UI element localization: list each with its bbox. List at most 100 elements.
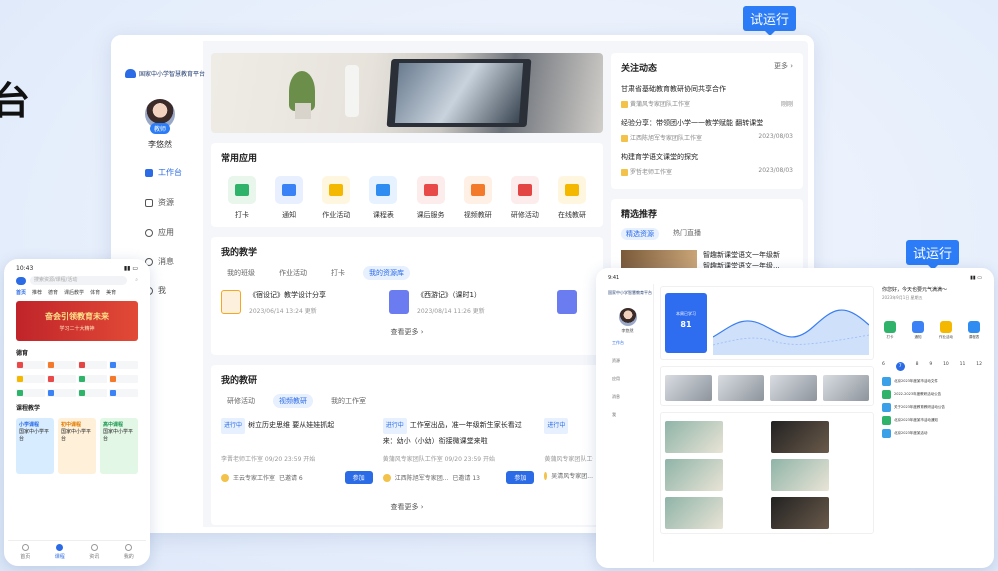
app-item[interactable]: 研修活动 <box>506 176 544 220</box>
sidebar-item-apps[interactable]: 应用 <box>602 370 653 388</box>
news-item[interactable]: 经验分享：带领团小学一一教学赋能 翻转课堂 江西陈旭军专家团队工作室 2023/08… <box>621 118 793 142</box>
nav-recommend[interactable]: 推荐 <box>32 289 42 296</box>
quick-app[interactable]: 作业活动 <box>938 321 954 340</box>
resource-thumbnail[interactable] <box>665 375 712 401</box>
nav-sports[interactable]: 体育 <box>90 289 100 296</box>
event-item[interactable]: 关于2023年度教育教研活动公告 <box>882 403 982 412</box>
course-item[interactable] <box>665 497 763 529</box>
sidebar-item-resources[interactable]: 资源 <box>145 197 174 208</box>
tab-training[interactable]: 研修活动 <box>221 394 261 408</box>
sidebar-item-workbench[interactable]: 工作台 <box>602 334 653 352</box>
research-item-partial[interactable]: 进行中 黄蒲风专家团队工作室 吴清风专家团... <box>544 418 593 484</box>
event-icon <box>882 429 891 438</box>
phone-banner[interactable]: 奋会引领教育未来 学习二十大精神 <box>16 301 138 341</box>
search-input[interactable]: 搜索资源/课程/活动 <box>30 276 128 285</box>
research-item[interactable]: 进行中 工作室出品，准一年级新生家长看过来：幼小（小幼）衔接微课堂来啦 黄蒲风专家… <box>382 418 535 484</box>
course-item[interactable] <box>771 497 869 529</box>
sidebar-item-messages[interactable]: 消息 <box>145 256 174 267</box>
link-item[interactable] <box>47 389 76 397</box>
try-run-badge-tablet[interactable]: 试运行 <box>906 240 960 270</box>
event-item[interactable]: 北京2023年度某活动 <box>882 429 982 438</box>
research-view-more-link[interactable]: 查看更多 › <box>221 502 593 512</box>
course-card[interactable]: 初中课程 国家中小学平台 <box>58 418 96 474</box>
doc-item[interactable]: 《西游记》（课时1） 2023/08/14 11:26 更新 <box>389 290 539 315</box>
calendar-day[interactable]: 10 <box>943 362 949 371</box>
link-item[interactable] <box>78 375 107 383</box>
join-button[interactable]: 参加 <box>344 471 373 484</box>
app-item[interactable]: 课程表 <box>364 176 402 220</box>
course-item[interactable] <box>665 421 763 453</box>
app-item[interactable]: 通知 <box>270 176 308 220</box>
link-item[interactable] <box>78 389 107 397</box>
try-run-badge[interactable]: 试运行 <box>743 6 797 36</box>
event-item[interactable]: 北京2023年度某市活动文件 <box>882 377 982 386</box>
app-item[interactable]: 作业活动 <box>317 176 355 220</box>
search-icon[interactable]: ⌕ <box>131 276 138 285</box>
course-item[interactable] <box>771 421 869 453</box>
quick-app[interactable]: 通知 <box>910 321 926 340</box>
calendar-day-selected[interactable]: 7 <box>895 362 905 371</box>
calendar-day[interactable]: 11 <box>960 362 966 371</box>
nav-home[interactable]: 首页 <box>16 289 26 296</box>
join-button[interactable]: 参加 <box>506 471 535 484</box>
link-item[interactable] <box>78 361 107 369</box>
resource-thumbnail[interactable] <box>770 375 817 401</box>
quick-app[interactable]: 课程表 <box>966 321 982 340</box>
resource-thumbnail[interactable] <box>822 375 869 401</box>
edit-icon <box>940 321 952 333</box>
news-more-link[interactable]: 更多 › <box>774 61 793 74</box>
sidebar-item-apps[interactable]: 应用 <box>145 227 174 238</box>
link-item[interactable] <box>109 361 138 369</box>
app-item[interactable]: 视频教研 <box>459 176 497 220</box>
icon-glyph <box>282 184 297 196</box>
doc-item-partial[interactable] <box>557 290 577 315</box>
nav-moral[interactable]: 德育 <box>48 289 58 296</box>
news-item[interactable]: 构建育学语文课堂的探究 罗哲老师工作室 2023/08/03 <box>621 152 793 176</box>
avatar[interactable] <box>618 308 637 326</box>
link-item[interactable] <box>109 375 138 383</box>
news-item[interactable]: 甘肃省基础教育教研协同共享合作 黄蒲风专家团队工作室 刚刚 <box>621 84 793 108</box>
link-item[interactable] <box>109 389 138 397</box>
doc-item[interactable]: 《宿设记》教学设计分享 2023/06/14 13:24 更新 <box>221 290 371 315</box>
tab-featured[interactable]: 精选资源 <box>621 228 659 240</box>
tab-my-studio[interactable]: 我的工作室 <box>325 394 372 408</box>
tab-my-class[interactable]: 我的班级 <box>221 266 261 280</box>
course-item[interactable] <box>665 459 763 491</box>
sidebar-item-messages[interactable]: 消息 <box>602 388 653 406</box>
quick-app[interactable]: 打卡 <box>882 321 898 340</box>
calendar-day[interactable]: 9 <box>929 362 932 371</box>
link-item[interactable] <box>16 361 45 369</box>
course-card[interactable]: 小学课程 国家中小学平台 <box>16 418 54 474</box>
course-card[interactable]: 高中课程 国家中小学平台 <box>100 418 138 474</box>
event-item[interactable]: 2022-2023年度教研活动公告 <box>882 390 982 399</box>
nav-arts[interactable]: 美育 <box>106 289 116 296</box>
tab-video-research[interactable]: 视频教研 <box>273 394 313 408</box>
link-item[interactable] <box>16 389 45 397</box>
course-item[interactable] <box>771 459 869 491</box>
calendar-day[interactable]: 6 <box>882 362 885 371</box>
calendar-day[interactable]: 12 <box>976 362 982 371</box>
sidebar-item-me[interactable]: 我 <box>602 406 653 424</box>
resource-thumbnail[interactable] <box>717 375 764 401</box>
tabbar-news[interactable]: 资讯 <box>89 544 99 562</box>
sidebar-item-workbench[interactable]: 工作台 <box>145 167 182 178</box>
research-item[interactable]: 进行中 树立历史思维 要从娃娃抓起 李晋老师工作室 09/20 23:59 开始 … <box>221 418 373 484</box>
teaching-view-more-link[interactable]: 查看更多 › <box>221 327 593 337</box>
tabbar-home[interactable]: 首页 <box>20 544 30 562</box>
app-item[interactable]: 课后服务 <box>412 176 450 220</box>
tabbar-course[interactable]: 课程 <box>55 544 65 562</box>
app-item[interactable]: 打卡 <box>223 176 261 220</box>
link-item[interactable] <box>47 361 76 369</box>
tab-resource-library[interactable]: 我的资源库 <box>363 266 410 280</box>
link-item[interactable] <box>47 375 76 383</box>
tabbar-me[interactable]: 我的 <box>124 544 134 562</box>
app-item[interactable]: 在线教研 <box>553 176 591 220</box>
tab-homework[interactable]: 作业活动 <box>273 266 313 280</box>
calendar-day[interactable]: 8 <box>916 362 919 371</box>
sidebar-item-resources[interactable]: 资源 <box>602 352 653 370</box>
link-item[interactable] <box>16 375 45 383</box>
tab-live[interactable]: 热门直播 <box>673 228 701 240</box>
nav-teaching[interactable]: 课后教学 <box>64 289 84 296</box>
tab-checkin[interactable]: 打卡 <box>325 266 351 280</box>
event-item[interactable]: 北京2023年度某市活动通知 <box>882 416 982 425</box>
